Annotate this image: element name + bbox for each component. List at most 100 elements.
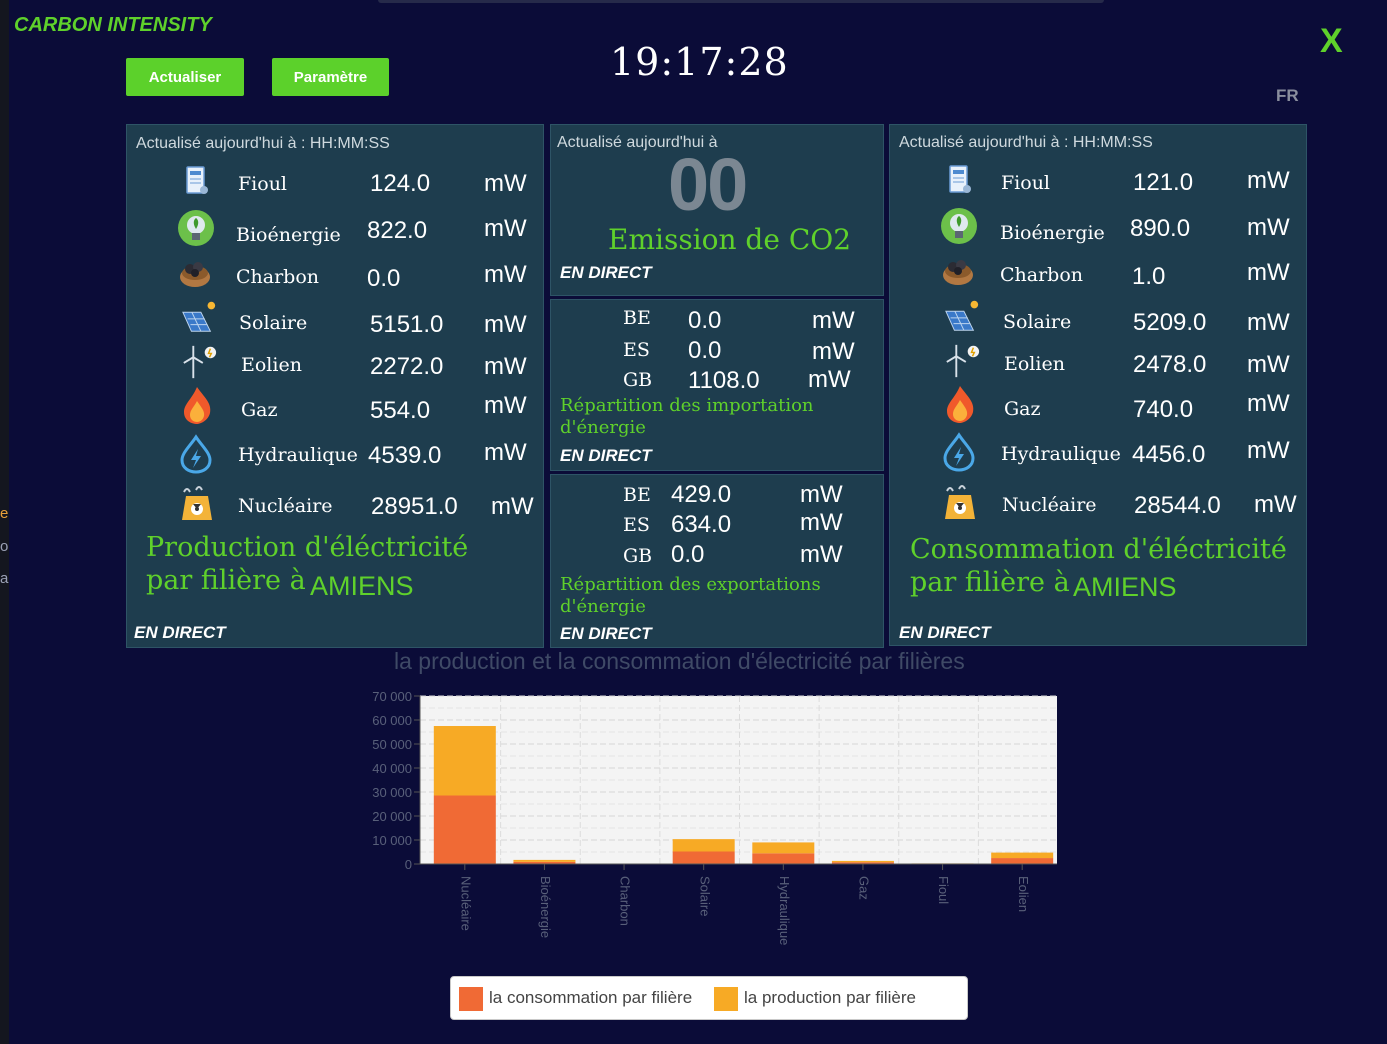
live-label: EN DIRECT [560,624,652,643]
live-label: EN DIRECT [899,623,991,642]
source-unit: mW [1247,167,1290,194]
coal-icon [939,252,977,290]
source-name: Fioul [238,173,288,195]
chart-legend: la consommation par filière la productio… [450,976,968,1020]
exports-caption-2: d'énergie [560,596,646,617]
updated-label: Actualisé aujourd'hui à : HH:MM:SS [899,134,1153,151]
nuclear-plant-icon [178,484,216,522]
bioenergy-icon [177,209,215,247]
settings-button[interactable]: Paramètre [272,58,389,96]
city-name: AMIENS [1073,572,1177,602]
import-value: 0.0 [688,337,722,364]
country-code: ES [623,339,650,361]
source-unit: mW [484,439,527,466]
source-value: 740.0 [1133,396,1194,423]
source-unit: mW [1247,214,1290,241]
source-name: Solaire [1003,311,1072,333]
gas-flame-icon [941,385,979,423]
source-unit: mW [1254,491,1297,518]
imports-caption: Répartition des importation [560,395,814,416]
source-name: Bioénergie [236,224,341,246]
co2-emission-value: 00 [668,143,748,226]
source-value: 4456.0 [1132,441,1206,468]
country-code: ES [623,514,650,536]
legend-label-consumption: la consommation par filière [489,988,693,1007]
consumption-caption: Consommation d'éléctricité [910,534,1287,565]
source-unit: mW [484,261,527,288]
export-value: 429.0 [671,481,732,508]
hydraulic-water-drop-icon [940,432,978,472]
country-code: GB [623,545,653,567]
import-unit: mW [812,307,855,334]
source-value: 121.0 [1133,169,1194,196]
language-toggle[interactable]: FR [1276,86,1299,106]
hydraulic-water-drop-icon [177,434,215,474]
source-name: Fioul [1001,172,1051,194]
chart-title: la production et la consommation d'élect… [394,648,965,674]
gas-flame-icon [178,386,216,424]
legend-swatch-production [714,987,738,1011]
source-value: 554.0 [370,397,431,424]
source-value: 28544.0 [1134,492,1221,519]
source-unit: mW [484,215,527,242]
country-code: BE [623,484,651,506]
source-unit: mW [484,392,527,419]
source-name: Gaz [241,399,278,421]
source-unit: mW [1247,390,1290,417]
source-name: Eolien [241,354,302,376]
source-unit: mW [491,493,534,520]
source-value: 2478.0 [1133,351,1207,378]
legend-swatch-consumption [459,987,483,1011]
source-name: Nucléaire [238,495,333,517]
live-label: EN DIRECT [134,623,226,642]
updated-label: Actualisé aujourd'hui à : HH:MM:SS [136,135,390,152]
live-label: EN DIRECT [560,263,652,282]
source-name: Hydraulique [1001,443,1121,465]
import-value: 1108.0 [688,367,760,394]
source-name: Solaire [239,312,308,334]
source-unit: mW [484,170,527,197]
source-value: 124.0 [370,170,431,197]
source-unit: mW [484,311,527,338]
source-name: Bioénergie [1000,222,1105,244]
background-text: a [0,570,9,587]
export-unit: mW [800,509,843,536]
live-label: EN DIRECT [560,446,652,465]
source-value: 822.0 [367,217,428,244]
exports-caption: Répartition des exportations [560,574,821,595]
solar-panel-icon [943,297,981,335]
nuclear-plant-icon [941,483,979,521]
export-value: 634.0 [671,511,732,538]
coal-icon [176,254,214,292]
wind-turbine-icon [943,342,981,380]
app-title: CARBON INTENSITY [14,14,212,36]
background-text: o [0,538,9,555]
imports-caption-2: d'énergie [560,417,646,438]
source-name: Nucléaire [1002,494,1097,516]
source-unit: mW [1247,259,1290,286]
clock: 19:17:28 [610,40,789,84]
close-button[interactable]: X [1320,22,1343,61]
source-name: Hydraulique [238,444,358,466]
production-caption: Production d'éléctricité [146,532,469,563]
source-value: 2272.0 [370,353,444,380]
fuel-oil-icon [178,162,216,200]
source-value: 28951.0 [371,493,458,520]
source-name: Charbon [1000,264,1084,286]
export-value: 0.0 [671,541,705,568]
export-unit: mW [800,541,843,568]
source-name: Charbon [236,266,320,288]
country-code: BE [623,307,651,329]
source-unit: mW [484,353,527,380]
source-unit: mW [1247,309,1290,336]
source-value: 5209.0 [1133,309,1207,336]
source-unit: mW [1247,351,1290,378]
legend-label-production: la production par filière [744,988,916,1007]
source-value: 890.0 [1130,215,1191,242]
refresh-button[interactable]: Actualiser [126,58,244,96]
bioenergy-icon [940,207,978,245]
import-unit: mW [808,366,851,393]
source-value: 1.0 [1132,263,1166,290]
consumption-caption-2: par filière à [910,567,1070,598]
window-top-edge [378,0,1104,3]
